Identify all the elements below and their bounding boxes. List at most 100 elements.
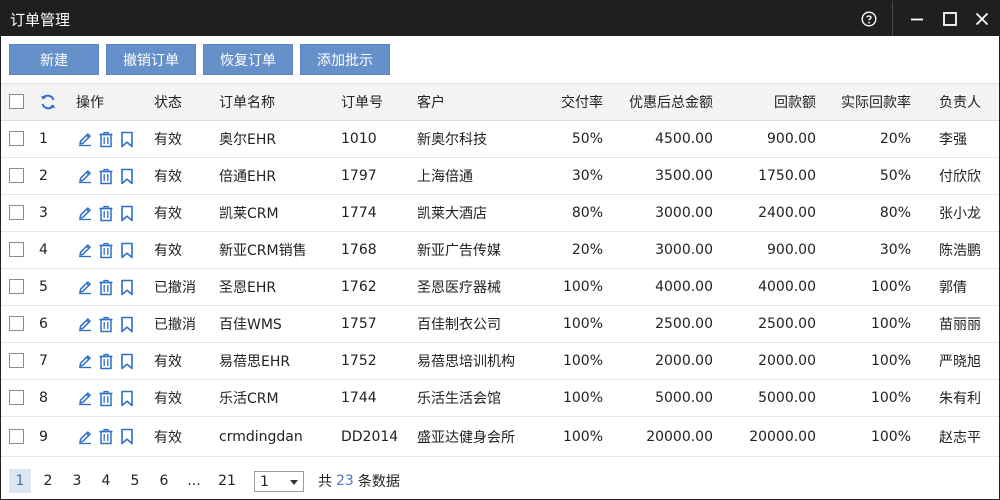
col-customer[interactable]: 客户 [417, 84, 445, 120]
refresh-icon[interactable] [39, 84, 57, 120]
bookmark-icon[interactable] [119, 315, 135, 333]
row-delivery-rate: 30% [571, 168, 603, 184]
restore-order-button[interactable]: 恢复订单 [203, 44, 293, 75]
col-order-name[interactable]: 订单名称 [219, 84, 275, 120]
delete-icon[interactable] [98, 130, 114, 148]
table-row[interactable]: 8 有效 乐活CRM 1744 乐活生活会馆 100% 5000.00 5000.00 100%… [1, 380, 999, 417]
row-checkbox[interactable] [9, 242, 24, 257]
edit-icon[interactable] [77, 389, 93, 407]
edit-icon[interactable] [77, 428, 93, 446]
row-status: 有效 [154, 206, 182, 222]
row-index: 3 [39, 205, 48, 221]
delete-icon[interactable] [98, 204, 114, 222]
page-21[interactable]: 21 [216, 469, 238, 493]
page-5[interactable]: 5 [124, 469, 146, 493]
row-customer: 新亚广告传媒 [417, 243, 501, 259]
table-header: 操作 状态 订单名称 订单号 客户 交付率 优惠后总金额 回款额 实际回款率 负… [1, 83, 999, 121]
bookmark-icon[interactable] [119, 130, 135, 148]
delete-icon[interactable] [98, 278, 114, 296]
table-row[interactable]: 1 有效 奥尔EHR 1010 新奥尔科技 50% 4500.00 900.00 20% 李强 [1, 121, 999, 158]
bookmark-icon[interactable] [119, 352, 135, 370]
edit-icon[interactable] [77, 315, 93, 333]
page-1[interactable]: 1 [9, 469, 31, 493]
row-index: 2 [39, 168, 48, 184]
edit-icon[interactable] [77, 130, 93, 148]
row-checkbox[interactable] [9, 390, 24, 405]
col-status[interactable]: 状态 [154, 84, 182, 120]
edit-icon[interactable] [77, 167, 93, 185]
delete-icon[interactable] [98, 428, 114, 446]
row-actions [77, 269, 135, 305]
row-discounted-total: 3000.00 [655, 242, 713, 258]
row-discounted-total: 2500.00 [655, 316, 713, 332]
row-checkbox[interactable] [9, 168, 24, 183]
row-checkbox[interactable] [9, 205, 24, 220]
row-status: 已撤消 [154, 317, 196, 333]
page-2[interactable]: 2 [37, 469, 59, 493]
col-paid-amount[interactable]: 回款额 [741, 84, 816, 120]
table-row[interactable]: 4 有效 新亚CRM销售 1768 新亚广告传媒 20% 3000.00 900.00 30% 陈… [1, 232, 999, 269]
row-status: 已撤消 [154, 280, 196, 296]
col-owner[interactable]: 负责人 [939, 84, 981, 120]
table-row[interactable]: 6 已撤消 百佳WMS 1757 百佳制衣公司 100% 2500.00 2500.00 100… [1, 306, 999, 343]
edit-icon[interactable] [77, 241, 93, 259]
col-actual-paid-rate[interactable]: 实际回款率 [821, 84, 911, 120]
table-row[interactable]: 2 有效 倍通EHR 1797 上海倍通 30% 3500.00 1750.00 50% 付欣欣 [1, 158, 999, 195]
page-4[interactable]: 4 [95, 469, 117, 493]
row-checkbox[interactable] [9, 353, 24, 368]
row-paid-amount: 900.00 [767, 131, 816, 147]
row-order-name: 乐活CRM [219, 391, 279, 407]
delete-icon[interactable] [98, 241, 114, 259]
col-order-no[interactable]: 订单号 [341, 84, 383, 120]
revoke-order-button[interactable]: 撤销订单 [106, 44, 196, 75]
new-button[interactable]: 新建 [9, 44, 99, 75]
edit-icon[interactable] [77, 278, 93, 296]
row-discounted-total: 5000.00 [655, 390, 713, 406]
row-status: 有效 [154, 391, 182, 407]
bookmark-icon[interactable] [119, 428, 135, 446]
row-order-no: 1010 [341, 131, 377, 147]
page-ellipsis: ... [187, 473, 201, 489]
row-index: 1 [39, 131, 48, 147]
select-all-checkbox[interactable] [9, 94, 24, 109]
row-index: 4 [39, 242, 48, 258]
page-3[interactable]: 3 [66, 469, 88, 493]
col-delivery-rate[interactable]: 交付率 [531, 84, 603, 120]
page-select-value: 1 [260, 473, 269, 490]
bookmark-icon[interactable] [119, 204, 135, 222]
bookmark-icon[interactable] [119, 278, 135, 296]
row-checkbox[interactable] [9, 279, 24, 294]
table-row[interactable]: 7 有效 易蓓思EHR 1752 易蓓思培训机构 100% 2000.00 2000.00 10… [1, 343, 999, 380]
row-checkbox[interactable] [9, 316, 24, 331]
row-owner: 李强 [939, 132, 967, 148]
bookmark-icon[interactable] [119, 241, 135, 259]
bookmark-icon[interactable] [119, 389, 135, 407]
close-icon[interactable] [963, 1, 1000, 36]
bookmark-icon[interactable] [119, 167, 135, 185]
table-row[interactable]: 5 已撤消 圣恩EHR 1762 圣恩医疗器械 100% 4000.00 4000.00 100… [1, 269, 999, 306]
edit-icon[interactable] [77, 352, 93, 370]
help-icon[interactable] [850, 1, 888, 36]
delete-icon[interactable] [98, 167, 114, 185]
delete-icon[interactable] [98, 352, 114, 370]
order-management-window: 订单管理 新建 撤销订单 恢复订单 添加批示 操作 状态 订单名称 订单号 客户… [0, 0, 1000, 500]
add-instruction-button[interactable]: 添加批示 [300, 44, 390, 75]
pagination: 1 2 3 4 5 6 ... 21 1 共 23 条数据 [1, 463, 999, 499]
col-action: 操作 [76, 95, 104, 111]
delete-icon[interactable] [98, 315, 114, 333]
row-checkbox[interactable] [9, 428, 24, 444]
edit-icon[interactable] [77, 204, 93, 222]
table-row[interactable]: 9 有效 crmdingdan DD2014 盛亚达健身会所 100% 20000.00 20… [1, 417, 999, 457]
col-discounted-total[interactable]: 优惠后总金额 [601, 84, 713, 120]
page-select[interactable]: 1 [254, 471, 304, 492]
table-row[interactable]: 3 有效 凯莱CRM 1774 凯莱大酒店 80% 3000.00 2400.00 80% 张小龙 [1, 195, 999, 232]
row-customer: 圣恩医疗器械 [417, 280, 501, 296]
total-count: 23 [336, 473, 354, 489]
delete-icon[interactable] [98, 389, 114, 407]
row-checkbox[interactable] [9, 131, 24, 146]
row-customer: 凯莱大酒店 [417, 206, 487, 222]
page-6[interactable]: 6 [153, 469, 175, 493]
row-order-name: 新亚CRM销售 [219, 243, 307, 259]
row-owner: 郭倩 [939, 280, 967, 296]
window-title: 订单管理 [10, 11, 71, 29]
